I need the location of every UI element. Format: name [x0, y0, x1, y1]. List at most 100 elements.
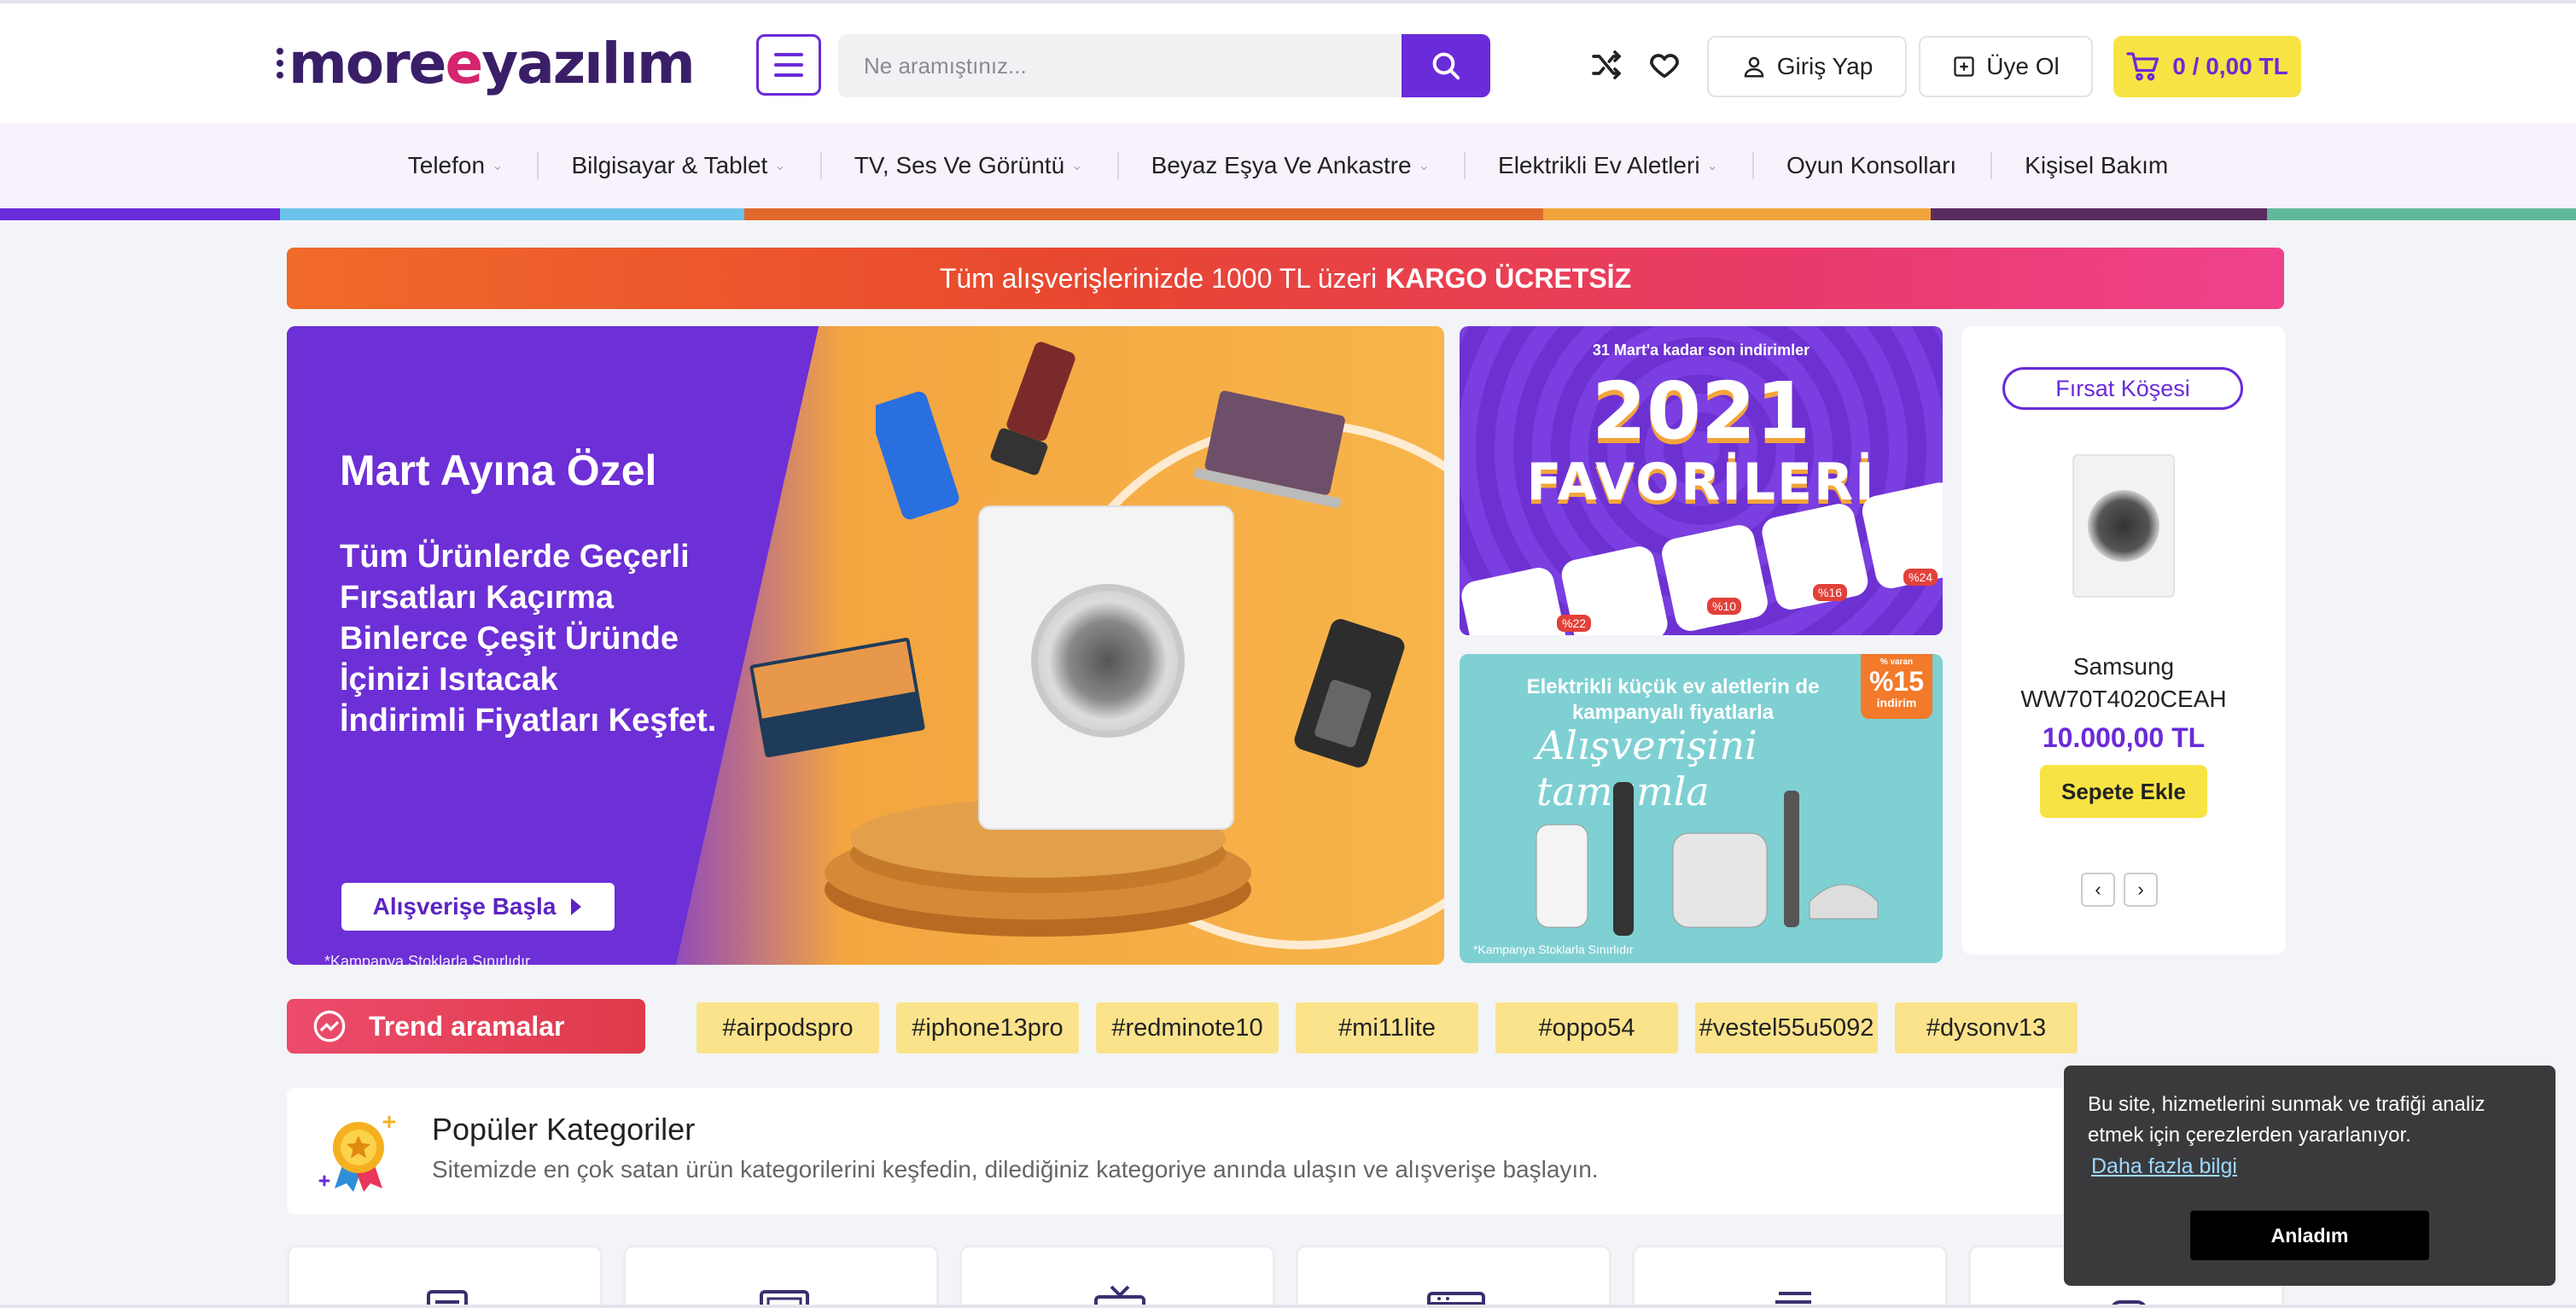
chevron-down-icon: ⌄ — [492, 159, 504, 173]
trend-tag[interactable]: #dysonv13 — [1895, 1002, 2078, 1054]
banner2-text: Elektrikli küçük ev aletlerin de kampany… — [1526, 675, 1820, 724]
nav-item-telefon[interactable]: Telefon ⌄ — [374, 149, 538, 183]
compare-button[interactable] — [1582, 41, 1630, 89]
nav-item-oyun-konsollari[interactable]: Oyun Konsolları — [1751, 149, 1990, 183]
discount-label: %10 — [1707, 598, 1742, 615]
categories-menu-button[interactable] — [756, 34, 821, 96]
hero-campaign-note: *Kampanya Stoklarla Sınırlıdır — [324, 953, 531, 965]
nav-color-bar — [0, 208, 2576, 220]
popular-categories-section: Popüler Kategoriler Sitemizde en çok sat… — [287, 1088, 2284, 1214]
wishlist-button[interactable] — [1641, 41, 1688, 89]
hero-line: Fırsatları Kaçırma — [340, 580, 615, 616]
chevron-down-icon: ⌄ — [1071, 159, 1083, 173]
hero-line: Binlerce Çeşit Üründe — [340, 621, 679, 657]
category-card[interactable] — [1632, 1245, 1948, 1308]
next-arrow-icon[interactable]: › — [2124, 873, 2158, 907]
nav-label: Telefon — [407, 152, 486, 178]
cart-button[interactable]: 0 / 0,00 TL — [2113, 36, 2301, 97]
trend-tag[interactable]: #oppo54 — [1495, 1002, 1678, 1054]
phone-image — [876, 391, 959, 520]
shuffle-icon — [1592, 50, 1621, 79]
search-button[interactable] — [1402, 34, 1490, 97]
favorites-2021-banner[interactable]: 31 Mart'a kadar son indirimler 2021 FAVO… — [1460, 326, 1943, 635]
search-input[interactable] — [838, 34, 1402, 97]
chevron-down-icon: ⌄ — [1706, 159, 1718, 173]
product-name[interactable]: Samsung WW70T4020CEAH — [1961, 651, 2286, 715]
banner1-year: 2021 — [1591, 365, 1811, 457]
cookie-more-info-link[interactable]: Daha fazla bilgi — [2091, 1154, 2237, 1179]
trend-tag[interactable]: #iphone13pro — [896, 1002, 1079, 1054]
product-image[interactable] — [2072, 454, 2175, 598]
color-segment — [1543, 208, 1931, 220]
category-card[interactable] — [623, 1245, 939, 1308]
category-card[interactable] — [959, 1245, 1275, 1308]
product-brand: Samsung — [2072, 653, 2175, 680]
logo-dots — [277, 48, 283, 79]
cookie-text: Bu site, hizmetlerini sunmak ve trafiği … — [2088, 1093, 2486, 1147]
category-cards — [287, 1245, 2284, 1308]
search-bar — [838, 34, 1490, 97]
discount-badge: % varan %15 indirim — [1861, 654, 1932, 719]
badge-top: % varan — [1880, 657, 1914, 667]
dryer-image — [978, 505, 1234, 830]
product-model: WW70T4020CEAH — [2020, 686, 2227, 712]
nav-item-kisisel-bakim[interactable]: Kişisel Bakım — [1990, 149, 2202, 183]
nav-label: Bilgisayar & Tablet — [571, 152, 768, 178]
cookie-accept-button[interactable]: Anladım — [2190, 1211, 2429, 1260]
cart-total: 0 / 0,00 TL — [2172, 53, 2288, 79]
free-shipping-banner[interactable]: Tüm alışverişlerinizde 1000 TL üzeri KAR… — [287, 248, 2284, 309]
promo-text: Tüm alışverişlerinizde 1000 TL üzeri — [939, 262, 1378, 294]
small-appliances-banner[interactable]: Elektrikli küçük ev aletlerin de kampany… — [1460, 654, 1943, 963]
cookie-consent: Bu site, hizmetlerini sunmak ve trafiği … — [2064, 1066, 2556, 1286]
prev-arrow-icon[interactable]: ‹ — [2081, 873, 2115, 907]
tv-image — [749, 637, 925, 758]
color-segment — [1931, 208, 2267, 220]
trend-label-text: Trend aramalar — [369, 1010, 565, 1042]
nav-item-beyaz-esya[interactable]: Beyaz Eşya Ve Ankastre ⌄ — [1116, 149, 1464, 183]
color-segment — [2267, 208, 2576, 220]
logo-text-e: e — [445, 30, 483, 96]
discount-label: %22 — [1557, 615, 1592, 632]
nav-item-elektrikli-ev-aletleri[interactable]: Elektrikli Ev Aletleri ⌄ — [1464, 149, 1752, 183]
hero-line: Tüm Ürünlerde Geçerli — [340, 539, 690, 575]
laptop-image — [1193, 390, 1345, 508]
trend-tag[interactable]: #redminote10 — [1096, 1002, 1279, 1054]
badge-percent: %15 — [1868, 666, 1925, 697]
nav-label: Oyun Konsolları — [1786, 152, 1957, 178]
color-segment — [0, 208, 280, 220]
popular-categories-title: Popüler Kategoriler — [432, 1112, 696, 1147]
nav-item-bilgisayar-tablet[interactable]: Bilgisayar & Tablet ⌄ — [537, 149, 819, 183]
discount-label: %24 — [1903, 569, 1938, 586]
nav-item-tv-ses-goruntu[interactable]: TV, Ses Ve Görüntü ⌄ — [819, 149, 1117, 183]
logo-text-suffix: yazılım — [481, 30, 696, 96]
nav-label: Elektrikli Ev Aletleri — [1498, 152, 1700, 178]
hero-slider[interactable]: Mart Ayına Özel Tüm Ürünlerde Geçerli Fı… — [287, 326, 1444, 965]
bottom-border — [0, 1305, 2576, 1308]
product-price: 10.000,00 TL — [2042, 722, 2206, 753]
main-nav: Telefon ⌄ Bilgisayar & Tablet ⌄ TV, Ses Ve… — [0, 123, 2576, 208]
category-card[interactable] — [1296, 1245, 1611, 1308]
cta-label: Alışverişe Başla — [372, 893, 557, 920]
login-button[interactable]: Giriş Yap — [1707, 36, 1907, 97]
logo-text-prefix: more — [288, 30, 446, 96]
add-to-cart-button[interactable]: Sepete Ekle — [2040, 765, 2207, 818]
nav-label: TV, Ses Ve Görüntü — [854, 152, 1065, 178]
category-card[interactable] — [287, 1245, 603, 1308]
nav-label: Kişisel Bakım — [2025, 152, 2169, 178]
chevron-down-icon: ⌄ — [1418, 159, 1431, 173]
color-segment — [280, 208, 744, 220]
register-button[interactable]: Üye Ol — [1919, 36, 2093, 97]
site-logo[interactable]: more e yazılım — [277, 29, 696, 97]
nav-label: Beyaz Eşya Ve Ankastre — [1151, 152, 1412, 178]
trend-tags: #airpodspro #iphone13pro #redminote10 #m… — [696, 1002, 2078, 1054]
medal-icon — [318, 1115, 396, 1192]
discount-label: %16 — [1813, 584, 1848, 601]
trending-icon — [313, 1010, 346, 1042]
site-header: moreeyazılım Giriş Yap Üye Ol 0 / 0,00 T… — [0, 3, 2576, 123]
trend-tag[interactable]: #vestel55u5092 — [1695, 1002, 1878, 1054]
trend-tag[interactable]: #mi11lite — [1296, 1002, 1478, 1054]
trend-tag[interactable]: #airpodspro — [696, 1002, 879, 1054]
popular-categories-desc: Sitemizde en çok satan ürün kategorileri… — [432, 1156, 1599, 1182]
start-shopping-button[interactable]: Alışverişe Başla — [341, 883, 615, 931]
hero-title: Mart Ayına Özel — [340, 447, 657, 494]
